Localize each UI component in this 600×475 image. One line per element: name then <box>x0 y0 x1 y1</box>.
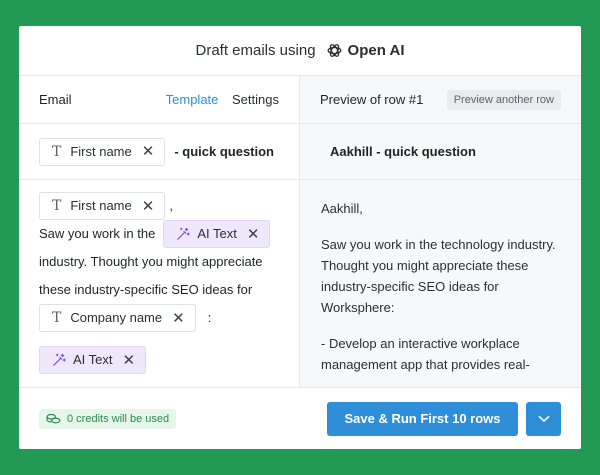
template-line-ai: AI Text ✕ <box>39 346 279 374</box>
text-type-icon: T <box>52 143 62 160</box>
template-line-3: these industry-specific SEO ideas for <box>39 282 253 297</box>
magic-wand-icon <box>52 353 66 367</box>
subject-suffix: - quick question <box>174 144 274 159</box>
coins-icon <box>46 413 61 423</box>
chip-label: AI Text <box>73 352 113 367</box>
text-type-icon: T <box>52 198 62 214</box>
magic-wand-icon <box>176 227 191 241</box>
panel-body: Email Template Settings T First name ✕ -… <box>19 76 581 387</box>
brand-name: Open AI <box>347 42 405 59</box>
chip-label: Company name <box>70 310 163 325</box>
tab-group: Template Settings <box>156 92 279 107</box>
brand: Open AI <box>326 42 405 59</box>
email-title: Email <box>39 92 72 107</box>
template-line-greeting: T First name ✕ , <box>39 192 279 220</box>
close-icon[interactable]: ✕ <box>247 227 260 242</box>
company-suffix: : <box>207 310 212 325</box>
credits-badge: 0 credits will be used <box>39 408 177 429</box>
first-name-chip[interactable]: T First name ✕ <box>39 192 166 220</box>
preview-paragraph: - Develop an interactive workplace manag… <box>321 336 530 372</box>
email-subheader: Email Template Settings <box>19 76 299 124</box>
preview-paragraph: Aakhill, <box>321 201 363 216</box>
tab-template[interactable]: Template <box>166 92 219 107</box>
ai-text-chip[interactable]: AI Text ✕ <box>163 220 271 248</box>
panel-footer: 0 credits will be used Save & Run First … <box>19 387 581 449</box>
draft-emails-panel: Draft emails using Open AI Email Templat… <box>19 26 581 449</box>
close-icon[interactable]: ✕ <box>142 144 155 159</box>
close-icon[interactable]: ✕ <box>142 199 155 214</box>
chip-label: First name <box>70 198 132 213</box>
ai-text-chip[interactable]: AI Text ✕ <box>39 346 147 374</box>
close-icon[interactable]: ✕ <box>123 353 136 368</box>
header-title: Draft emails using <box>195 42 316 59</box>
close-icon[interactable]: ✕ <box>172 311 185 326</box>
subject-template-row: T First name ✕ - quick question <box>19 124 299 180</box>
chip-label: First name <box>70 144 132 159</box>
preview-column: Preview of row #1 Preview another row Aa… <box>300 76 581 387</box>
template-column: Email Template Settings T First name ✕ -… <box>19 76 300 387</box>
chip-label: AI Text <box>197 226 237 241</box>
template-line-company: T Company name ✕ : <box>39 304 279 332</box>
openai-logo-icon <box>327 44 342 57</box>
preview-another-row-button[interactable]: Preview another row <box>446 89 561 110</box>
preview-body: Aakhill, Saw you work in the technology … <box>300 180 581 375</box>
tab-settings[interactable]: Settings <box>232 92 279 107</box>
preview-title: Preview of row #1 <box>320 92 424 107</box>
preview-subheader: Preview of row #1 Preview another row <box>300 76 581 124</box>
save-and-run-button[interactable]: Save & Run First 10 rows <box>327 401 518 436</box>
line1-text: Saw you work in the <box>39 226 156 241</box>
preview-subject: Aakhill - quick question <box>300 124 581 180</box>
chevron-down-icon <box>538 415 549 422</box>
template-body[interactable]: T First name ✕ , Saw you work in the AI … <box>19 180 299 374</box>
company-name-chip[interactable]: T Company name ✕ <box>39 304 196 332</box>
first-name-chip[interactable]: T First name ✕ <box>39 137 166 166</box>
preview-paragraph: Saw you work in the technology industry.… <box>321 237 556 315</box>
run-options-dropdown[interactable] <box>526 401 561 436</box>
text-type-icon: T <box>52 310 62 326</box>
template-line-2: industry. Thought you might appreciate <box>39 254 263 269</box>
template-line-1: Saw you work in the AI Text ✕ <box>39 220 279 248</box>
panel-header: Draft emails using Open AI <box>19 26 581 76</box>
credits-text: 0 credits will be used <box>67 412 170 425</box>
greeting-suffix: , <box>169 198 173 213</box>
